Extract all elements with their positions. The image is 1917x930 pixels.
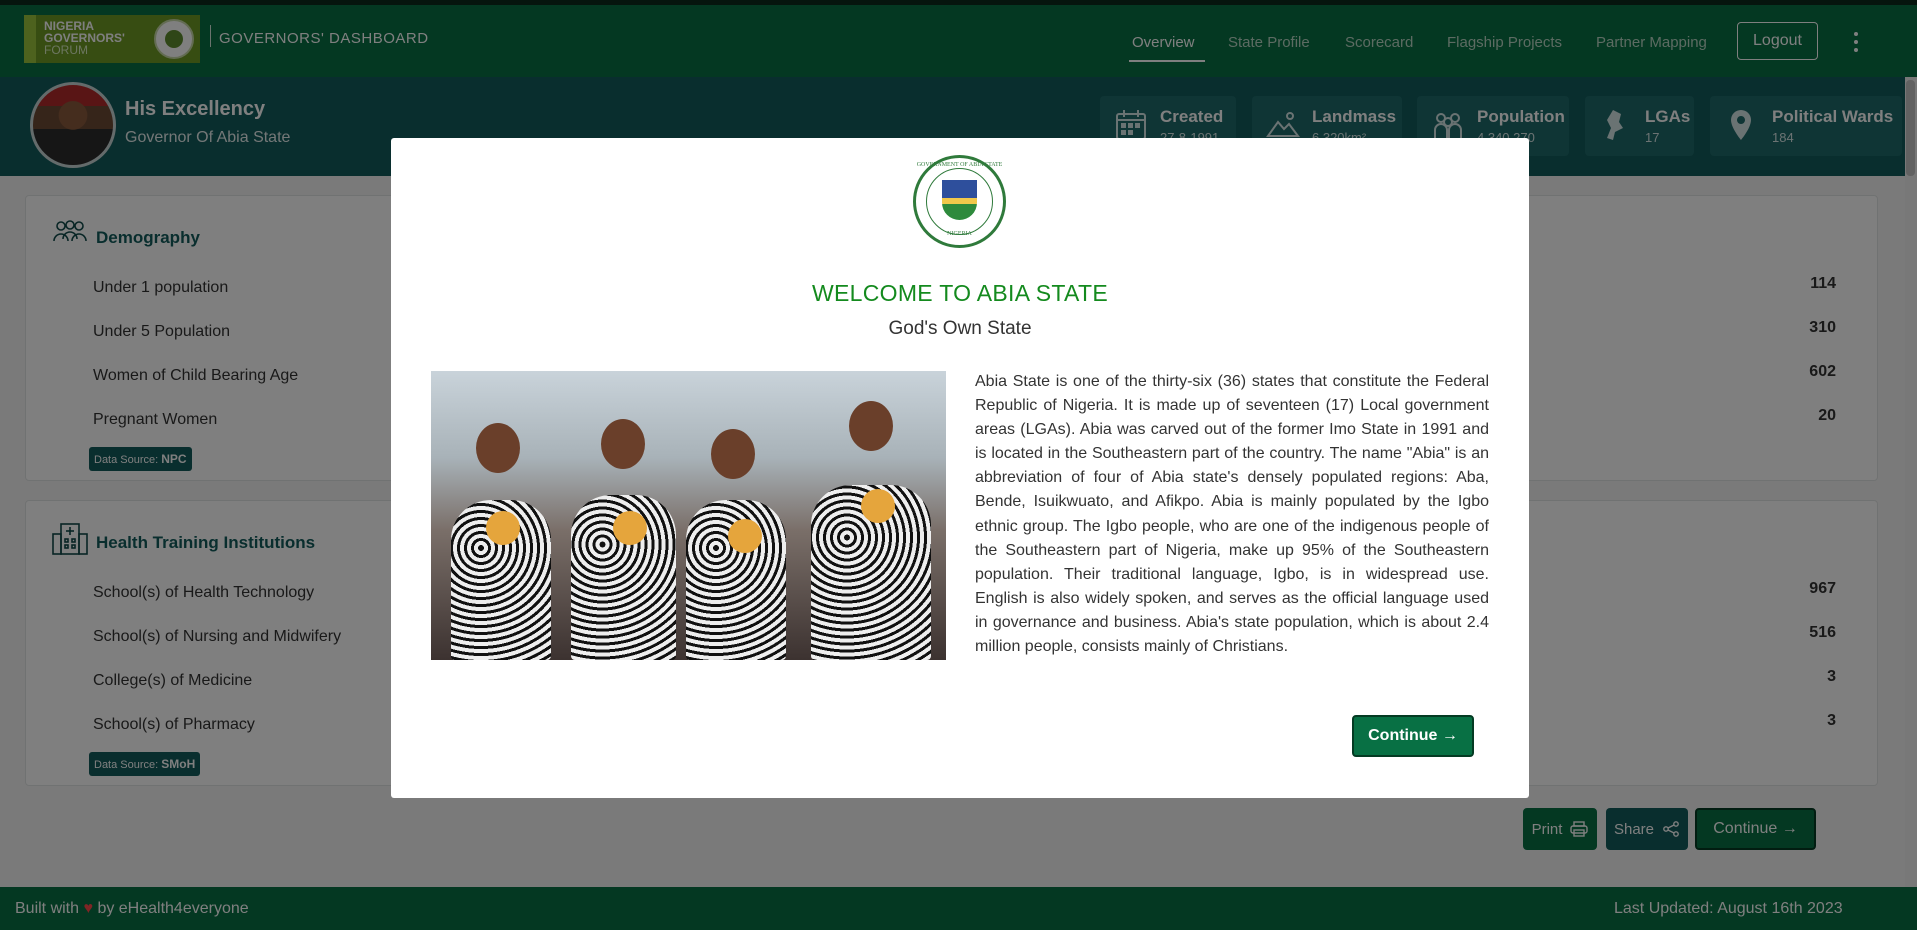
modal-continue-button[interactable]: Continue →	[1352, 715, 1474, 757]
seal-shield-icon	[942, 180, 977, 220]
welcome-heading: WELCOME TO ABIA STATE	[811, 280, 1108, 306]
state-slogan: God's Own State	[888, 318, 1032, 339]
photo-gourd	[728, 519, 762, 553]
photo-dancer-head	[601, 419, 645, 469]
state-description: Abia State is one of the thirty-six (36)…	[975, 373, 1489, 656]
abia-state-seal: GOVERNMENT OF ABIA STATE NIGERIA	[913, 155, 1006, 248]
seal-text-top: GOVERNMENT OF ABIA STATE	[916, 162, 1003, 168]
photo-dancer-head	[711, 429, 755, 479]
cultural-dancers-photo	[431, 371, 946, 660]
welcome-modal: GOVERNMENT OF ABIA STATE NIGERIA WELCOME…	[391, 138, 1529, 798]
photo-gourd	[613, 511, 647, 545]
photo-dancer-head	[849, 401, 893, 451]
photo-dancer-head	[476, 423, 520, 473]
photo-gourd	[486, 511, 520, 545]
seal-text-bottom: NIGERIA	[947, 231, 972, 237]
photo-gourd	[861, 489, 895, 523]
